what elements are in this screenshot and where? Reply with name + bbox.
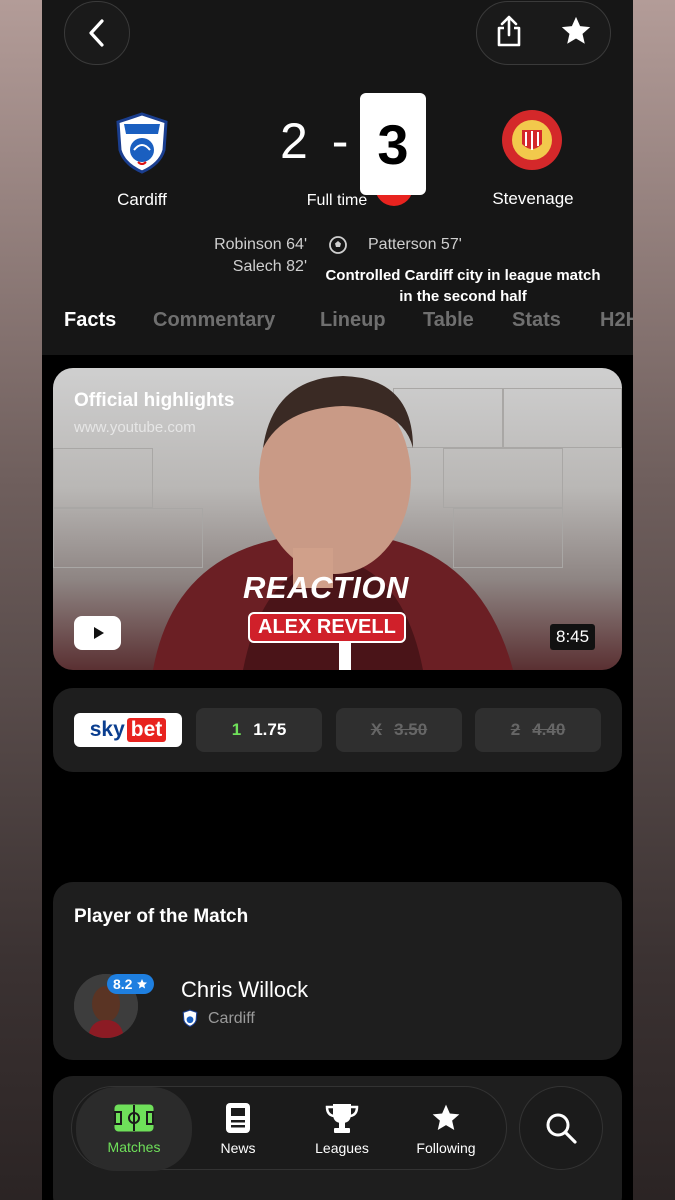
odds-label: X	[370, 720, 383, 739]
odds-value: 1.75	[253, 720, 287, 739]
football-icon	[329, 236, 347, 254]
search-icon	[546, 1113, 577, 1144]
tab-stats[interactable]: Stats	[512, 309, 561, 332]
header-actions	[476, 1, 611, 65]
news-icon	[226, 1103, 250, 1133]
reaction-overlay-name: ALEX REVELL	[248, 612, 406, 643]
odds-value: 4.40	[532, 720, 566, 739]
odds-value: 3.50	[394, 720, 428, 739]
away-scorer[interactable]: Patterson 57'	[368, 236, 462, 254]
pitch-icon	[114, 1104, 154, 1132]
tab-h2h[interactable]: H2H	[600, 309, 633, 332]
nav-item-matches[interactable]: Matches	[76, 1087, 192, 1171]
match-status: Full time	[306, 192, 368, 209]
chevron-left-icon	[89, 19, 104, 47]
odds-home-button[interactable]: 1 1.75	[196, 708, 322, 752]
background-right	[633, 0, 675, 1200]
odds-label: 2	[510, 720, 521, 739]
away-score-highlight: 3	[360, 93, 426, 195]
highlights-title: Official highlights	[74, 390, 235, 411]
share-icon	[497, 15, 521, 46]
trophy-icon	[325, 1104, 359, 1133]
background-left	[0, 0, 42, 1200]
tab-lineup[interactable]: Lineup	[320, 309, 386, 332]
nav-label: Leagues	[315, 1140, 369, 1156]
nav-item-leagues[interactable]: Leagues	[290, 1087, 394, 1171]
nav-item-news[interactable]: News	[186, 1087, 290, 1171]
highlights-video-card[interactable]: Official highlights www.youtube.com REAC…	[53, 368, 622, 670]
skybet-logo-sky: sky	[89, 718, 125, 741]
match-annotation: Controlled Cardiff city in league match …	[325, 267, 601, 305]
highlights-source: www.youtube.com	[74, 419, 196, 436]
odds-draw-button[interactable]: X 3.50	[336, 708, 462, 752]
match-header: Cardiff 2 - 3 Full time Stevenage Robins…	[42, 0, 633, 355]
rating-badge: 8.2	[107, 974, 155, 994]
tab-table[interactable]: Table	[423, 309, 474, 332]
score-separator: -	[331, 113, 349, 169]
skybet-logo-bet: bet	[126, 718, 167, 742]
player-of-match-heading: Player of the Match	[74, 906, 249, 927]
home-team-name[interactable]: Cardiff	[62, 190, 222, 210]
share-button[interactable]	[494, 14, 524, 53]
video-duration: 8:45	[550, 624, 596, 650]
home-team-crest[interactable]	[110, 110, 174, 174]
youtube-play-button[interactable]	[74, 616, 121, 650]
away-team-crest[interactable]	[500, 108, 564, 172]
nav-item-following[interactable]: Following	[394, 1087, 498, 1171]
nav-label: Following	[416, 1140, 476, 1156]
tab-commentary[interactable]: Commentary	[153, 309, 275, 332]
cardiff-mini-crest-icon	[182, 1009, 198, 1027]
score-display: 2 -	[280, 112, 348, 170]
odds-away-button[interactable]: 2 4.40	[475, 708, 601, 752]
match-tabs: Facts Commentary Lineup Table Stats H2H	[64, 309, 633, 335]
odds-label: 1	[231, 720, 242, 739]
rating-star-icon	[137, 979, 148, 989]
home-score: 2	[280, 113, 308, 169]
star-icon	[561, 16, 590, 44]
search-button[interactable]	[519, 1086, 603, 1170]
bottom-nav: Matches News Leagues Following	[71, 1086, 507, 1171]
nav-label: News	[220, 1140, 256, 1156]
player-team: Cardiff	[208, 1010, 255, 1027]
player-rating: 8.2	[113, 976, 133, 992]
star-icon	[432, 1104, 460, 1130]
player-name[interactable]: Chris Willock	[181, 977, 308, 1003]
home-scorer[interactable]: Salech 82'	[192, 258, 307, 276]
tab-facts[interactable]: Facts	[64, 309, 116, 332]
skybet-logo[interactable]: sky bet	[74, 713, 182, 747]
reaction-overlay-title: REACTION	[243, 570, 409, 605]
back-button[interactable]	[64, 1, 130, 65]
app-screen: Cardiff 2 - 3 Full time Stevenage Robins…	[42, 0, 633, 1200]
home-scorer[interactable]: Robinson 64'	[192, 236, 307, 254]
away-team-name[interactable]: Stevenage	[453, 189, 613, 209]
nav-label: Matches	[107, 1139, 161, 1155]
follow-match-button[interactable]	[559, 14, 593, 53]
youtube-icon	[93, 627, 104, 639]
